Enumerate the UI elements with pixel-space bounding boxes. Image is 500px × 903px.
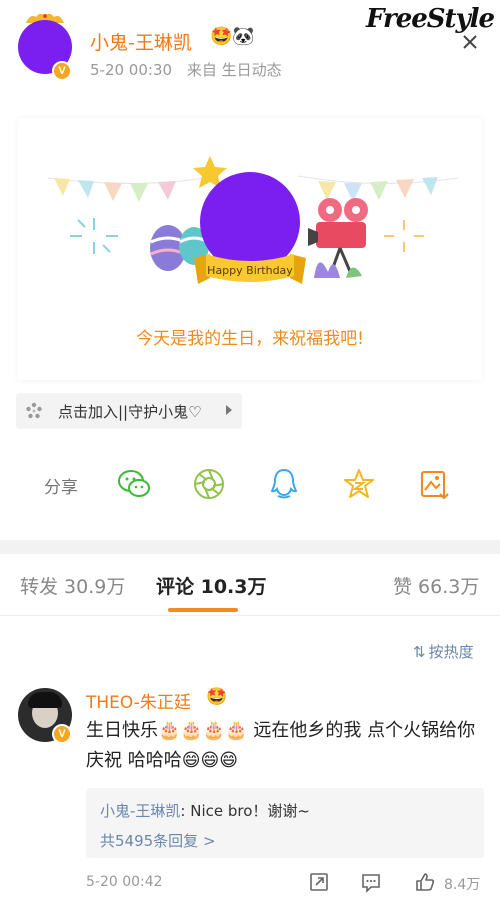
user-badges: 🤩🐼 bbox=[210, 26, 255, 47]
reply-preview[interactable]: 小鬼-王琳凯: Nice bro！谢谢~ 共5495条回复 > bbox=[86, 788, 484, 858]
share-row: 分享 bbox=[0, 460, 500, 508]
sort-by-hot-button[interactable]: ⇅ 按热度 bbox=[413, 641, 474, 662]
save-image-icon[interactable] bbox=[416, 466, 452, 502]
share-label: 分享 bbox=[44, 478, 78, 498]
tab-reposts[interactable]: 转发 30.9万 bbox=[20, 572, 125, 599]
verified-badge-icon: V bbox=[52, 61, 72, 81]
commenter-name[interactable]: THEO-朱正廷 bbox=[86, 688, 191, 713]
close-x-icon[interactable] bbox=[460, 32, 480, 52]
sort-icon: ⇅ bbox=[413, 643, 426, 661]
qzone-icon[interactable] bbox=[341, 466, 377, 502]
sort-label: 按热度 bbox=[428, 643, 474, 661]
freestyle-logo: FreeStyle bbox=[366, 4, 495, 34]
comment-item: V THEO-朱正廷 🤩 生日快乐🎂🎂🎂🎂 远在他乡的我 点个火锅给你庆祝 哈哈… bbox=[0, 680, 500, 903]
comment-text: 生日快乐🎂🎂🎂🎂 远在他乡的我 点个火锅给你庆祝 哈哈哈😄😄😄 bbox=[86, 720, 476, 771]
moments-icon[interactable] bbox=[191, 466, 227, 502]
comment-time: 5-20 00:42 bbox=[86, 874, 163, 890]
join-label: 点击加入||守护小鬼♡ bbox=[58, 403, 202, 421]
tab-comments[interactable]: 评论 10.3万 bbox=[156, 572, 267, 599]
wechat-icon[interactable] bbox=[116, 466, 152, 502]
section-divider bbox=[0, 540, 500, 554]
post-meta: 5-20 00:30 来自 生日动态 bbox=[90, 59, 292, 80]
like-thumb-icon[interactable] bbox=[414, 871, 436, 893]
post-header: V 小鬼-王琳凯 🤩🐼 5-20 00:30 来自 生日动态 FreeStyle bbox=[0, 0, 500, 100]
qq-icon[interactable] bbox=[266, 466, 302, 502]
commenter-badge: 🤩 bbox=[206, 687, 228, 707]
view-replies-link[interactable]: 共5495条回复 > bbox=[100, 830, 216, 851]
active-tab-indicator bbox=[168, 608, 238, 612]
post-date: 5-20 00:30 bbox=[90, 61, 173, 79]
birthday-banner: Happy Birthday bbox=[47, 156, 459, 284]
reply-line: 小鬼-王琳凯: Nice bro！谢谢~ bbox=[100, 800, 310, 821]
forward-icon[interactable] bbox=[308, 871, 330, 893]
birthday-card[interactable]: Happy Birthday 今天是我的生日，来祝福我吧! bbox=[18, 118, 482, 380]
post-source[interactable]: 来自 生日动态 bbox=[187, 61, 282, 79]
reply-comment-icon[interactable] bbox=[360, 871, 382, 893]
caret-right-icon bbox=[226, 405, 232, 415]
like-count: 8.4万 bbox=[444, 877, 481, 893]
comment-tabs: 转发 30.9万 评论 10.3万 赞 66.3万 bbox=[0, 554, 500, 616]
reply-author[interactable]: 小鬼-王琳凯 bbox=[100, 802, 180, 820]
banner-text: Happy Birthday bbox=[207, 264, 293, 277]
reply-text: : Nice bro！谢谢~ bbox=[180, 802, 310, 820]
card-caption: 今天是我的生日，来祝福我吧! bbox=[136, 329, 364, 349]
verified-badge-icon: V bbox=[52, 724, 72, 744]
tab-likes[interactable]: 赞 66.3万 bbox=[393, 572, 479, 599]
join-fan-group-button[interactable]: 点击加入||守护小鬼♡ bbox=[16, 393, 242, 429]
cluster-dots-icon bbox=[26, 402, 42, 419]
post-username[interactable]: 小鬼-王琳凯 bbox=[90, 28, 192, 55]
